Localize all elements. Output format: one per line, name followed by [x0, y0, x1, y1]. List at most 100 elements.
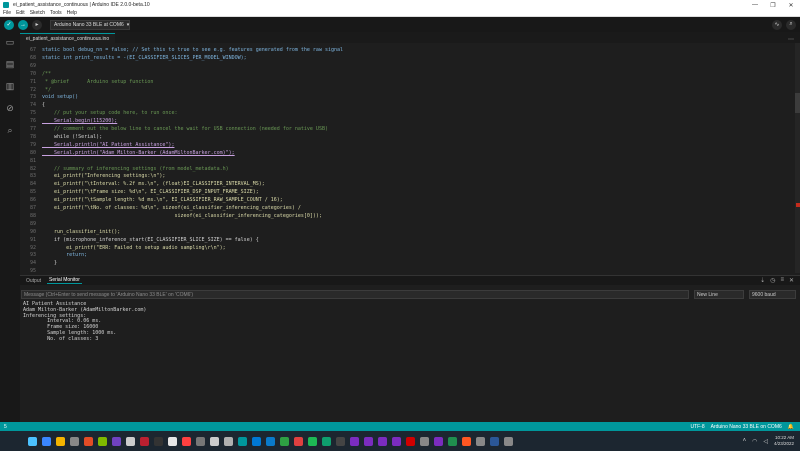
- debug-button[interactable]: ▸: [32, 19, 42, 30]
- taskbar-app-icon[interactable]: [98, 436, 107, 446]
- code-line[interactable]: 92 ei_printf("ERR: Failed to setup audio…: [20, 244, 795, 252]
- taskbar-app-icon[interactable]: [364, 436, 373, 446]
- taskbar-app-icon[interactable]: [224, 436, 233, 446]
- chevron-up-icon[interactable]: ˄: [743, 438, 747, 444]
- baud-rate-select[interactable]: 9600 baud: [749, 290, 796, 299]
- taskbar-app-icon[interactable]: [252, 436, 261, 446]
- timestamp-icon[interactable]: ◷: [770, 277, 775, 284]
- wifi-icon[interactable]: ◠: [752, 438, 757, 445]
- upload-button[interactable]: →: [18, 19, 28, 30]
- scrollbar-thumb[interactable]: [795, 93, 800, 113]
- code-line[interactable]: 78 while (!Serial);: [20, 133, 795, 141]
- taskbar-app-icon[interactable]: [56, 436, 65, 446]
- taskbar-app-icon[interactable]: [70, 436, 79, 446]
- taskbar-app-icon[interactable]: [182, 436, 191, 446]
- code-line[interactable]: 87 ei_printf("\tNo. of classes: %d\n", s…: [20, 204, 795, 212]
- serial-monitor-button[interactable]: ⌕: [786, 19, 796, 30]
- code-line[interactable]: 69: [20, 62, 795, 70]
- line-ending-select[interactable]: New Line: [694, 290, 744, 299]
- taskbar-app-icon[interactable]: [112, 436, 121, 446]
- taskbar-app-icon[interactable]: [448, 436, 457, 446]
- taskbar-app-icon[interactable]: [490, 436, 499, 446]
- speaker-icon[interactable]: ◁: [763, 438, 768, 445]
- board-manager-icon[interactable]: ▤: [4, 58, 16, 70]
- close-button[interactable]: ✕: [782, 0, 800, 10]
- code-line[interactable]: 67 static bool debug_nn = false; // Set t…: [20, 46, 795, 54]
- editor-scrollbar[interactable]: [795, 43, 800, 273]
- taskbar-app-icon[interactable]: [378, 436, 387, 446]
- code-line[interactable]: 82 // summary of inferencing settings (f…: [20, 165, 795, 173]
- code-line[interactable]: 70 /**: [20, 70, 795, 78]
- taskbar-app-icon[interactable]: [350, 436, 359, 446]
- windows-start-icon[interactable]: [28, 436, 37, 446]
- clear-output-icon[interactable]: ≡: [780, 277, 784, 284]
- tab-serial-monitor[interactable]: Serial Monitor: [47, 277, 82, 284]
- code-line[interactable]: 95: [20, 267, 795, 273]
- code-line[interactable]: 81: [20, 157, 795, 165]
- status-board[interactable]: Arduino Nano 33 BLE on COM6: [711, 424, 782, 430]
- code-line[interactable]: 84 ei_printf("\tInterval: %.2f ms.\n", (…: [20, 180, 795, 188]
- tab-output[interactable]: Output: [24, 278, 43, 284]
- taskbar-app-icon[interactable]: [126, 436, 135, 446]
- taskbar-app-icon[interactable]: [266, 436, 275, 446]
- taskbar-app-icon[interactable]: [308, 436, 317, 446]
- serial-plotter-button[interactable]: ∿: [772, 19, 782, 30]
- close-icon[interactable]: ✕: [789, 277, 794, 284]
- taskbar-app-icon[interactable]: [140, 436, 149, 446]
- code-line[interactable]: 85 ei_printf("\tFrame size: %d\n", EI_CL…: [20, 188, 795, 196]
- code-line[interactable]: 76 Serial.begin(115200);: [20, 117, 795, 125]
- menu-edit[interactable]: Edit: [16, 10, 25, 16]
- serial-message-input[interactable]: Message (Ctrl+Enter to send message to '…: [21, 290, 689, 299]
- taskbar-app-icon[interactable]: [322, 436, 331, 446]
- taskbar-app-icon[interactable]: [336, 436, 345, 446]
- taskbar-app-icon[interactable]: [238, 436, 247, 446]
- taskbar-app-icon[interactable]: [42, 436, 51, 446]
- taskbar-app-icon[interactable]: [434, 436, 443, 446]
- taskbar-app-icon[interactable]: [294, 436, 303, 446]
- taskbar-app-icon[interactable]: [420, 436, 429, 446]
- taskbar-app-icon[interactable]: [210, 436, 219, 446]
- library-manager-icon[interactable]: ▥: [4, 80, 16, 92]
- taskbar-app-icon[interactable]: [476, 436, 485, 446]
- autoscroll-icon[interactable]: ⇣: [760, 277, 765, 284]
- code-line[interactable]: 71 * @brief Arduino setup function: [20, 78, 795, 86]
- taskbar-app-icon[interactable]: [84, 436, 93, 446]
- menu-tools[interactable]: Tools: [50, 10, 62, 16]
- code-line[interactable]: 79 Serial.println("AI Patient Assistance…: [20, 141, 795, 149]
- menu-help[interactable]: Help: [67, 10, 77, 16]
- bell-icon[interactable]: 🔔: [788, 424, 794, 430]
- status-encoding[interactable]: UTF-8: [690, 424, 704, 430]
- taskbar-app-icon[interactable]: [154, 436, 163, 446]
- menu-sketch[interactable]: Sketch: [30, 10, 45, 16]
- taskbar-app-icon[interactable]: [406, 436, 415, 446]
- taskbar-app-icon[interactable]: [196, 436, 205, 446]
- code-line[interactable]: 94 }: [20, 259, 795, 267]
- code-line[interactable]: 74 {: [20, 101, 795, 109]
- taskbar-app-icon[interactable]: [168, 436, 177, 446]
- folder-icon[interactable]: ▭: [4, 36, 16, 48]
- taskbar-app-icon[interactable]: [392, 436, 401, 446]
- code-line[interactable]: 75 // put your setup code here, to run o…: [20, 109, 795, 117]
- more-icon[interactable]: ⋯: [788, 36, 794, 43]
- code-line[interactable]: 83 ei_printf("Inferencing settings:\n");: [20, 172, 795, 180]
- code-line[interactable]: 91 if (microphone_inference_start(EI_CLA…: [20, 236, 795, 244]
- code-line[interactable]: 73 void setup(): [20, 93, 795, 101]
- code-line[interactable]: 80 Serial.println("Adam Milton-Barker (A…: [20, 149, 795, 157]
- code-editor[interactable]: 67 static bool debug_nn = false; // Set t…: [20, 43, 795, 273]
- code-line[interactable]: 89: [20, 220, 795, 228]
- minimize-button[interactable]: —: [746, 0, 764, 10]
- code-line[interactable]: 77 // comment out the below line to canc…: [20, 125, 795, 133]
- menu-file[interactable]: File: [3, 10, 11, 16]
- code-line[interactable]: 90 run_classifier_init();: [20, 228, 795, 236]
- board-selector[interactable]: Arduino Nano 33 BLE at COM6 ▾: [50, 19, 130, 30]
- taskbar-app-icon[interactable]: [280, 436, 289, 446]
- debug-panel-icon[interactable]: ⊘: [4, 102, 16, 114]
- taskbar-app-icon[interactable]: [462, 436, 471, 446]
- verify-button[interactable]: ✓: [4, 19, 14, 30]
- code-line[interactable]: 88 sizeof(ei_classifier_inferencing_cate…: [20, 212, 795, 220]
- code-line[interactable]: 86 ei_printf("\tSample length: %d ms.\n"…: [20, 196, 795, 204]
- code-line[interactable]: 72 */: [20, 86, 795, 94]
- code-line[interactable]: 68 static int print_results = -(EI_CLASSI…: [20, 54, 795, 62]
- tab-sketch[interactable]: ei_patient_assistance_continuous.ino: [20, 33, 116, 43]
- code-line[interactable]: 93 return;: [20, 251, 795, 259]
